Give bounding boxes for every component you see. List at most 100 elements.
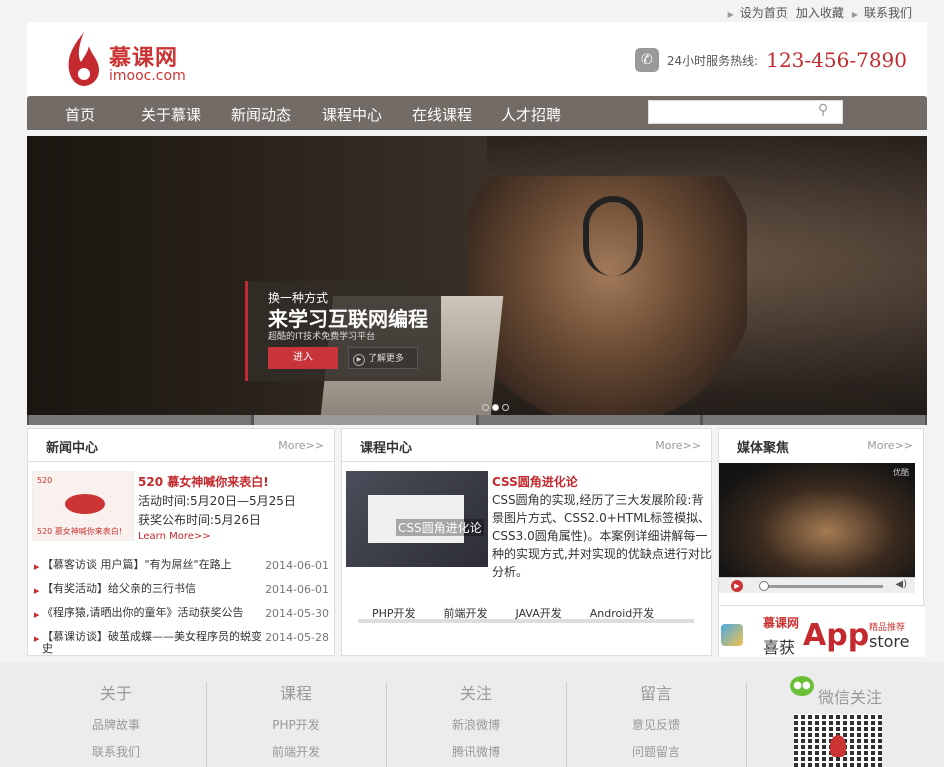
search-icon[interactable]: ⚲	[818, 102, 840, 122]
volume-icon[interactable]: ◀)	[895, 579, 907, 590]
course-image-label: CSS圆角进化论	[396, 519, 484, 536]
set-home-link[interactable]: 设为首页	[740, 6, 788, 20]
qr-logo-icon	[830, 735, 846, 757]
news-item-date: 2014-05-28	[265, 631, 329, 644]
learn-more-link[interactable]: Learn More>>	[138, 531, 211, 542]
divider	[342, 461, 711, 462]
media-video[interactable]: 优酷	[719, 463, 915, 577]
footer-link[interactable]: PHP开发	[206, 712, 386, 739]
tab-android[interactable]: Android开发	[576, 605, 669, 620]
tab-java[interactable]: JAVA开发	[502, 605, 576, 620]
divider	[28, 461, 334, 462]
course-tabs: PHP开发 前端开发 JAVA开发 Android开发	[358, 605, 694, 623]
wechat-icon: ●●	[790, 676, 814, 696]
play-icon: ▶	[353, 354, 365, 366]
nav-item-news[interactable]: 新闻动态	[231, 104, 291, 125]
video-player-controls: ▶ ◀)	[719, 577, 915, 593]
enter-button[interactable]: 进入	[268, 347, 338, 369]
learn-more-button[interactable]: ▶ 了解更多	[348, 347, 418, 369]
arrow-icon: ▶	[34, 611, 40, 619]
video-progress-track[interactable]	[763, 585, 883, 588]
top-bar: ▶ 设为首页 加入收藏 ▶ 联系我们	[0, 0, 944, 22]
triangle-icon: ▶	[727, 10, 734, 19]
news-feature-line: 活动时间:5月20日—5月25日	[138, 494, 296, 508]
news-feature-title[interactable]: 520 慕女神喊你来表白!	[138, 473, 269, 490]
news-item-date: 2014-06-01	[265, 559, 329, 572]
carousel-tab[interactable]	[703, 415, 925, 425]
footer-col-message: 留言 意见反馈 问题留言	[566, 680, 746, 766]
logo[interactable]: 慕课网 imooc.com	[65, 28, 195, 90]
news-item-title[interactable]: 《程序猿,请晒出你的童年》活动获奖公告	[42, 607, 270, 619]
triangle-icon: ▶	[851, 10, 858, 19]
nav-item-about[interactable]: 关于慕课	[141, 104, 201, 125]
list-item[interactable]: ▶ 《程序猿,请晒出你的童年》活动获奖公告 2014-05-30	[34, 607, 329, 631]
learn-more-label: 了解更多	[368, 354, 405, 364]
video-source-label: 优酷	[893, 468, 909, 477]
hero-banner[interactable]: 换一种方式 来学习互联网编程 超酷的IT技术免费学习平台 进入 ▶ 了解更多	[27, 136, 927, 416]
logo-domain: imooc.com	[109, 68, 186, 84]
headphone-image	[583, 196, 643, 276]
nav-item-jobs[interactable]: 人才招聘	[501, 104, 561, 125]
footer-heading: 关于	[99, 684, 132, 703]
contact-link[interactable]: 联系我们	[864, 6, 912, 20]
carousel-dots	[482, 404, 509, 411]
promo-subtitle: 超酷的IT技术免费学习平台	[268, 332, 376, 342]
footer-heading: 留言	[639, 684, 672, 703]
list-item[interactable]: ▶ 【慕课访谈】破茧成蝶——美女程序员的蜕变史 2014-05-28	[34, 631, 329, 655]
carousel-tab[interactable]	[478, 415, 701, 425]
footer-link[interactable]: 品牌故事	[26, 712, 206, 739]
news-item-title[interactable]: 【慕课访谈】破茧成蝶——美女程序员的蜕变史	[42, 631, 270, 655]
arrow-icon: ▶	[34, 635, 40, 643]
course-title-heading: 课程中心	[360, 441, 413, 456]
tab-php[interactable]: PHP开发	[358, 605, 430, 620]
carousel-dot[interactable]	[482, 404, 489, 411]
carousel-dot-active[interactable]	[492, 404, 499, 411]
course-more-link[interactable]: More>>	[655, 439, 701, 452]
app-icon	[721, 624, 743, 646]
footer-link[interactable]: 联系我们	[26, 739, 206, 766]
footer-link[interactable]: 问题留言	[566, 739, 746, 766]
footer-link[interactable]: 新浪微博	[386, 712, 566, 739]
app-store-ad[interactable]: 慕课网 喜获 App 精品推荐 store	[719, 605, 925, 657]
banner-promo: 换一种方式 来学习互联网编程 超酷的IT技术免费学习平台 进入 ▶ 了解更多	[245, 281, 441, 381]
main-nav: 首页 关于慕课 新闻动态 课程中心 在线课程 人才招聘 ⚲	[27, 96, 927, 130]
course-feature-title[interactable]: CSS圆角进化论	[492, 473, 578, 490]
list-item[interactable]: ▶ 【有奖活动】给父亲的三行书信 2014-06-01	[34, 583, 329, 607]
course-feature-image[interactable]: CSS圆角进化论	[346, 471, 488, 567]
list-item[interactable]: ▶ 【慕客访谈 用户篇】"有为屌丝"在路上 2014-06-01	[34, 559, 329, 583]
footer-link[interactable]: 腾讯微博	[386, 739, 566, 766]
arrow-icon: ▶	[34, 587, 40, 595]
carousel-dot[interactable]	[502, 404, 509, 411]
course-panel: 课程中心 More>> CSS圆角进化论 CSS圆角进化论 CSS圆角的实现,经…	[341, 428, 712, 656]
hotline-number: 123-456-7890	[766, 48, 907, 72]
footer-link[interactable]: 意见反馈	[566, 712, 746, 739]
carousel-progress	[27, 415, 927, 425]
nav-item-home[interactable]: 首页	[65, 104, 95, 125]
progress-handle[interactable]	[759, 581, 769, 591]
news-feature-image[interactable]: 520 520 慕女神喊你来表白!	[32, 471, 134, 541]
media-more-link[interactable]: More>>	[867, 439, 913, 452]
news-item-date: 2014-05-30	[265, 607, 329, 620]
news-item-title[interactable]: 【慕客访谈 用户篇】"有为屌丝"在路上	[42, 559, 270, 571]
phone-icon: ✆	[634, 48, 659, 72]
nav-item-courses[interactable]: 课程中心	[322, 104, 382, 125]
news-more-link[interactable]: More>>	[278, 439, 324, 452]
app-ad-win: 喜获	[763, 638, 796, 657]
nav-item-online[interactable]: 在线课程	[412, 104, 472, 125]
footer-col-courses: 课程 PHP开发 前端开发	[206, 680, 386, 766]
tab-frontend[interactable]: 前端开发	[430, 605, 502, 620]
carousel-tab[interactable]	[253, 415, 476, 425]
news-list: ▶ 【慕客访谈 用户篇】"有为屌丝"在路上 2014-06-01 ▶ 【有奖活动】给父…	[34, 559, 329, 655]
arrow-icon: ▶	[34, 563, 40, 571]
play-icon[interactable]: ▶	[731, 580, 743, 592]
news-item-title[interactable]: 【有奖活动】给父亲的三行书信	[42, 583, 270, 595]
flame-logo-icon	[68, 32, 99, 86]
add-favorite-link[interactable]: 加入收藏	[796, 4, 844, 21]
search-input[interactable]: ⚲	[648, 100, 843, 124]
header: 慕课网 imooc.com ✆ 24小时服务热线: 123-456-7890	[27, 22, 927, 96]
divider	[746, 682, 747, 767]
footer-link[interactable]: 前端开发	[206, 739, 386, 766]
wechat-label: 微信关注	[818, 688, 883, 707]
app-ad-word: App	[803, 618, 870, 653]
carousel-tab[interactable]	[29, 415, 251, 425]
